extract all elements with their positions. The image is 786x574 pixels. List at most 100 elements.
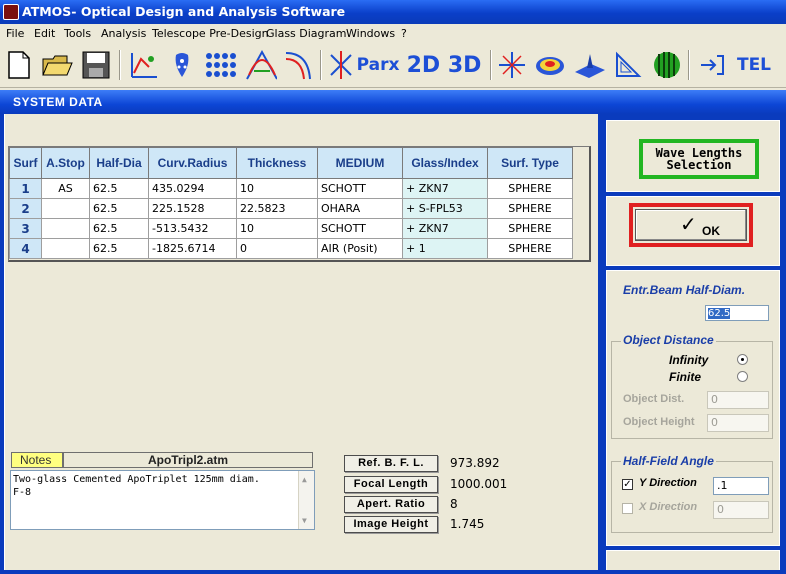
interferogram-icon[interactable] [651, 49, 683, 81]
x-direction-checkbox[interactable] [622, 503, 633, 514]
object-dist-input[interactable]: 0 [707, 391, 769, 409]
save-disk-icon[interactable] [80, 49, 112, 81]
notes-scrollbar[interactable]: ▲ ▼ [298, 471, 314, 529]
wavefront-map-icon[interactable] [534, 49, 566, 81]
ok-label: OK [702, 224, 720, 238]
finite-radio[interactable] [737, 371, 748, 382]
cell-astop[interactable]: AS [41, 178, 90, 199]
cell-surf[interactable]: 3 [9, 218, 42, 239]
cell-curv-radius[interactable]: 225.1528 [148, 198, 237, 219]
cell-curv-radius[interactable]: 435.0294 [148, 178, 237, 199]
x-direction-input[interactable]: 0 [713, 501, 769, 519]
menu-windows[interactable]: Windows [346, 27, 395, 40]
cell-surf[interactable]: 4 [9, 238, 42, 259]
scroll-down-icon[interactable]: ▼ [302, 514, 307, 527]
infinity-radio[interactable] [737, 354, 748, 365]
menu-telescope-pre-design[interactable]: Telescope Pre-Design [152, 27, 269, 40]
notes-file-name: ApoTripl2.atm [63, 452, 313, 468]
menu-bar: File Edit Tools Analysis Telescope Pre-D… [0, 24, 786, 44]
aberration-icon[interactable] [245, 49, 277, 81]
table-row: 3 62.5 -513.5432 10 SCHOTT + ZKN7 SPHERE [9, 218, 573, 239]
cell-medium[interactable]: OHARA [317, 198, 403, 219]
cell-surf-type[interactable]: SPHERE [487, 178, 573, 199]
exit-icon[interactable] [696, 49, 728, 81]
cell-astop[interactable] [41, 238, 90, 259]
psf-3d-icon[interactable] [573, 49, 605, 81]
cell-thickness[interactable]: 0 [236, 238, 318, 259]
right-panel: Wave Lengths Selection ✓ OK Entr.Beam Ha… [598, 114, 786, 574]
col-header-half-dia[interactable]: Half-Dia [89, 147, 149, 179]
menu-tools[interactable]: Tools [64, 27, 91, 40]
entr-beam-value: 62.5 [708, 308, 731, 319]
menu-help[interactable]: ? [401, 27, 407, 40]
scroll-up-icon[interactable]: ▲ [302, 473, 307, 486]
menu-file[interactable]: File [6, 27, 24, 40]
toolbar-separator [688, 50, 690, 80]
cell-surf[interactable]: 1 [9, 178, 42, 199]
rays-icon[interactable] [496, 49, 528, 81]
menu-analysis[interactable]: Analysis [101, 27, 146, 40]
col-header-thickness[interactable]: Thickness [236, 147, 318, 179]
cell-curv-radius[interactable]: -1825.6714 [148, 238, 237, 259]
cell-thickness[interactable]: 10 [236, 218, 318, 239]
ray-fan-icon[interactable] [204, 49, 236, 81]
curve-icon[interactable] [284, 49, 316, 81]
entr-beam-label: Entr.Beam Half-Diam. [623, 283, 746, 297]
toolbar-separator [119, 50, 121, 80]
wave-lengths-selection-button[interactable]: Wave Lengths Selection [639, 139, 759, 179]
notes-textarea[interactable]: Two-glass Cemented ApoTriplet 125mm diam… [10, 470, 315, 530]
cell-medium[interactable]: SCHOTT [317, 218, 403, 239]
cell-half-dia[interactable]: 62.5 [89, 178, 149, 199]
menu-edit[interactable]: Edit [34, 27, 55, 40]
new-file-icon[interactable] [3, 49, 35, 81]
col-header-glass-index[interactable]: Glass/Index [402, 147, 488, 179]
cell-surf[interactable]: 2 [9, 198, 42, 219]
col-header-astop[interactable]: A.Stop [41, 147, 90, 179]
layout-optics-icon[interactable] [127, 49, 159, 81]
menu-glass-diagram[interactable]: Glass Diagram [266, 27, 347, 40]
cell-thickness[interactable]: 10 [236, 178, 318, 199]
system-data-titlebar: SYSTEM DATA [0, 90, 786, 114]
ok-button[interactable]: ✓ OK [629, 203, 753, 247]
surface-grid: Surf A.Stop Half-Dia Curv.Radius Thickne… [9, 147, 573, 259]
parx-icon[interactable]: Parx [357, 49, 400, 81]
table-row: 4 62.5 -1825.6714 0 AIR (Posit) + 1 SPHE… [9, 238, 573, 259]
open-folder-icon[interactable] [41, 49, 73, 81]
col-header-medium[interactable]: MEDIUM [317, 147, 403, 179]
tel-icon[interactable]: TEL [734, 49, 774, 81]
2d-3d-view-icon[interactable]: 2D 3D [404, 49, 484, 81]
cell-medium[interactable]: AIR (Posit) [317, 238, 403, 259]
cell-half-dia[interactable]: 62.5 [89, 218, 149, 239]
cell-surf-type[interactable]: SPHERE [487, 218, 573, 239]
spot-diagram-icon[interactable] [166, 49, 198, 81]
cell-glass[interactable]: + ZKN7 [402, 218, 488, 239]
entr-beam-input[interactable]: 62.5 [705, 305, 769, 321]
cell-surf-type[interactable]: SPHERE [487, 238, 573, 259]
lens-chart-icon[interactable] [325, 49, 357, 81]
notes-tab[interactable]: Notes [11, 452, 63, 468]
cell-astop[interactable] [41, 198, 90, 219]
col-header-surf[interactable]: Surf [9, 147, 42, 179]
toolbar-separator [490, 50, 492, 80]
image-height-value: 1.745 [450, 517, 485, 531]
window-frame-right [782, 114, 786, 574]
ruler-triangle-icon[interactable] [612, 49, 644, 81]
cell-half-dia[interactable]: 62.5 [89, 238, 149, 259]
cell-surf-type[interactable]: SPHERE [487, 198, 573, 219]
y-direction-input[interactable]: .1 [713, 477, 769, 495]
cell-glass[interactable]: + 1 [402, 238, 488, 259]
focal-length-value: 1000.001 [450, 477, 508, 491]
cell-glass[interactable]: + S-FPL53 [402, 198, 488, 219]
object-height-input[interactable]: 0 [707, 414, 769, 432]
col-header-curv-radius[interactable]: Curv.Radius [148, 147, 237, 179]
cell-astop[interactable] [41, 218, 90, 239]
y-direction-checkbox[interactable]: ✓ [622, 479, 633, 490]
cell-medium[interactable]: SCHOTT [317, 178, 403, 199]
cell-glass[interactable]: + ZKN7 [402, 178, 488, 199]
col-header-surf-type[interactable]: Surf. Type [487, 147, 573, 179]
grid-header-row: Surf A.Stop Half-Dia Curv.Radius Thickne… [9, 147, 573, 179]
cell-curv-radius[interactable]: -513.5432 [148, 218, 237, 239]
cell-thickness[interactable]: 22.5823 [236, 198, 318, 219]
bfl-value: 973.892 [450, 456, 500, 470]
cell-half-dia[interactable]: 62.5 [89, 198, 149, 219]
